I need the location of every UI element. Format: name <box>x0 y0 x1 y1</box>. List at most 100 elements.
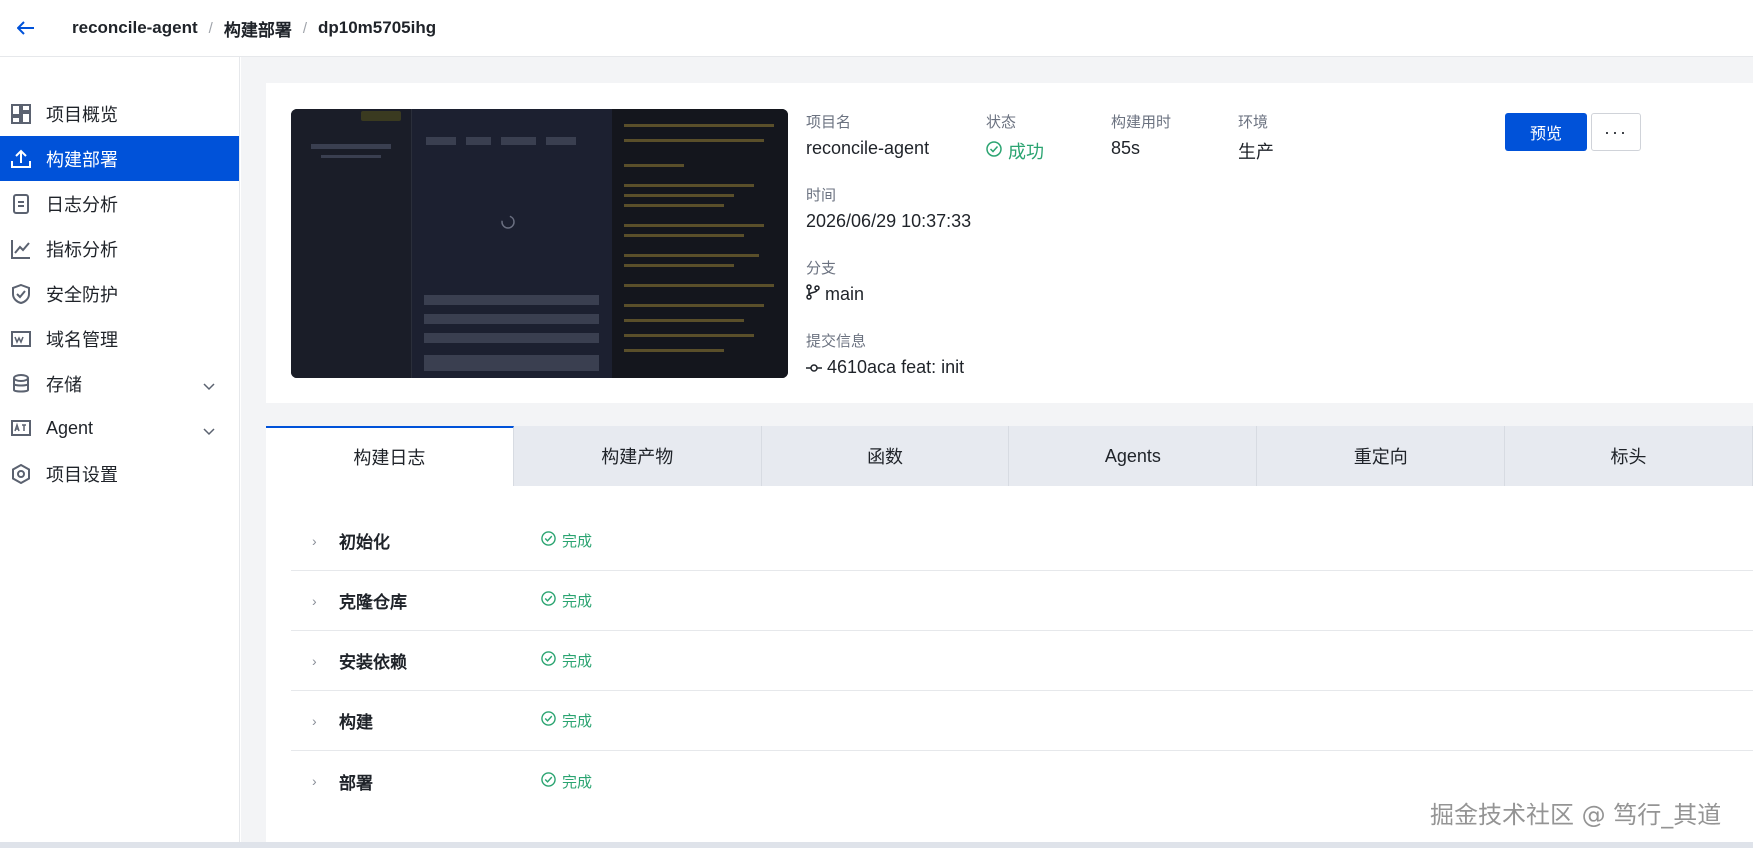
environment-label: 环境 <box>1238 114 1269 131</box>
tab-redirects[interactable]: 重定向 <box>1257 426 1506 486</box>
step-status: 完成 <box>541 650 592 671</box>
deployment-summary-card: 项目名 reconcile-agent 状态 成功 构建用时 85s 环境 生产… <box>266 83 1753 403</box>
sidebar: 项目概览 构建部署 日志分析 指标分析 安全防护 域名管理 存储 Agent 项… <box>0 57 240 848</box>
branch-field: 分支 main <box>806 257 864 305</box>
www-icon <box>10 328 32 350</box>
check-circle-icon <box>541 591 556 610</box>
build-step-init[interactable]: › 初始化 完成 <box>291 511 1753 571</box>
build-step-clone[interactable]: › 克隆仓库 完成 <box>291 571 1753 631</box>
sidebar-item-security[interactable]: 安全防护 <box>0 271 239 316</box>
sidebar-item-label: 日志分析 <box>46 194 118 215</box>
sidebar-item-storage[interactable]: 存储 <box>0 361 239 406</box>
back-arrow-icon[interactable] <box>0 0 52 57</box>
top-header: reconcile-agent / 构建部署 / dp10m5705ihg <box>0 0 1753 57</box>
step-status: 完成 <box>541 530 592 551</box>
settings-icon <box>10 463 32 485</box>
chevron-right-icon[interactable]: › <box>312 773 317 789</box>
git-branch-icon <box>806 284 820 305</box>
breadcrumb-deployment-id: dp10m5705ihg <box>318 18 437 37</box>
tab-functions[interactable]: 函数 <box>762 426 1010 486</box>
step-status: 完成 <box>541 590 592 611</box>
tab-headers[interactable]: 标头 <box>1505 426 1753 486</box>
duration-label: 构建用时 <box>1111 114 1172 131</box>
deployment-preview-thumbnail[interactable] <box>291 109 788 378</box>
project-name-label: 项目名 <box>806 114 852 131</box>
build-step-build[interactable]: › 构建 完成 <box>291 691 1753 751</box>
tab-build-artifacts[interactable]: 构建产物 <box>514 426 762 486</box>
step-status: 完成 <box>541 710 592 731</box>
sidebar-item-label: 存储 <box>46 374 82 395</box>
bottom-strip <box>0 842 1753 848</box>
sidebar-item-build-deploy[interactable]: 构建部署 <box>0 136 239 181</box>
ai-icon <box>10 418 32 440</box>
sidebar-item-label: 构建部署 <box>46 149 118 170</box>
step-status-text: 完成 <box>562 773 593 791</box>
line-chart-icon <box>10 238 32 260</box>
time-value: 2026/06/29 10:37:33 <box>806 211 972 231</box>
sidebar-item-logs[interactable]: 日志分析 <box>0 181 239 226</box>
breadcrumb-separator: / <box>208 19 213 37</box>
sidebar-item-agent[interactable]: Agent <box>0 406 239 451</box>
check-circle-icon <box>541 771 556 791</box>
build-step-install[interactable]: › 安装依赖 完成 <box>291 631 1753 691</box>
breadcrumb-project[interactable]: reconcile-agent <box>72 18 198 38</box>
branch-value: main <box>825 284 865 304</box>
check-circle-icon <box>541 651 556 670</box>
project-name-value: reconcile-agent <box>806 138 930 158</box>
time-field: 时间 2026/06/29 10:37:33 <box>806 184 971 232</box>
preview-button[interactable]: 预览 <box>1505 113 1587 151</box>
sidebar-item-label: 项目概览 <box>46 104 118 125</box>
dashboard-icon <box>10 103 32 125</box>
step-name: 安装依赖 <box>339 653 407 672</box>
commit-value: 4610aca feat: init <box>827 357 965 377</box>
sidebar-item-label: Agent <box>46 418 94 438</box>
branch-label: 分支 <box>806 260 837 277</box>
sidebar-item-overview[interactable]: 项目概览 <box>0 91 239 136</box>
step-status-text: 完成 <box>562 713 593 730</box>
tab-build-logs[interactable]: 构建日志 <box>266 426 514 486</box>
chevron-right-icon[interactable]: › <box>312 653 317 669</box>
database-icon <box>10 373 32 395</box>
step-status-text: 完成 <box>562 593 593 610</box>
step-name: 初始化 <box>339 533 390 552</box>
more-options-button[interactable]: ··· <box>1591 113 1641 151</box>
project-name-field: 项目名 reconcile-agent <box>806 111 929 159</box>
chevron-down-icon[interactable] <box>203 375 215 396</box>
commit-label: 提交信息 <box>806 333 867 350</box>
status-field: 状态 成功 <box>986 111 1044 164</box>
upload-icon <box>10 148 32 170</box>
sidebar-item-domains[interactable]: 域名管理 <box>0 316 239 361</box>
branch-value-row: main <box>806 284 864 305</box>
chevron-down-icon[interactable] <box>203 420 215 441</box>
step-name: 部署 <box>339 773 373 793</box>
chevron-right-icon[interactable]: › <box>312 533 317 549</box>
document-icon <box>10 193 32 215</box>
sidebar-item-label: 域名管理 <box>46 329 118 350</box>
step-status-text: 完成 <box>562 533 593 550</box>
chevron-right-icon[interactable]: › <box>312 713 317 729</box>
main-content: 项目名 reconcile-agent 状态 成功 构建用时 85s 环境 生产… <box>241 57 1753 848</box>
watermark: 掘金技术社区 @ 笃行_其道 <box>1430 801 1722 829</box>
breadcrumb-section[interactable]: 构建部署 <box>224 16 292 41</box>
status-label: 状态 <box>986 114 1017 131</box>
step-status-text: 完成 <box>562 653 593 670</box>
sidebar-item-label: 指标分析 <box>46 239 118 260</box>
sidebar-item-label: 安全防护 <box>46 284 118 305</box>
sidebar-item-settings[interactable]: 项目设置 <box>0 451 239 496</box>
step-name: 克隆仓库 <box>339 593 407 612</box>
environment-field: 环境 生产 <box>1238 111 1274 164</box>
time-label: 时间 <box>806 187 837 204</box>
tab-agents[interactable]: Agents <box>1009 426 1258 486</box>
check-circle-icon <box>541 531 556 550</box>
commit-value-row: 4610aca feat: init <box>806 357 964 378</box>
status-value: 成功 <box>1008 142 1044 162</box>
deployment-tabs: 构建日志 构建产物 函数 Agents 重定向 标头 <box>266 426 1753 486</box>
git-commit-icon <box>806 357 822 378</box>
chevron-right-icon[interactable]: › <box>312 593 317 609</box>
shield-icon <box>10 283 32 305</box>
step-status: 完成 <box>541 771 592 792</box>
duration-field: 构建用时 85s <box>1111 111 1171 159</box>
check-circle-icon <box>986 140 1002 162</box>
step-name: 构建 <box>339 713 373 732</box>
sidebar-item-metrics[interactable]: 指标分析 <box>0 226 239 271</box>
